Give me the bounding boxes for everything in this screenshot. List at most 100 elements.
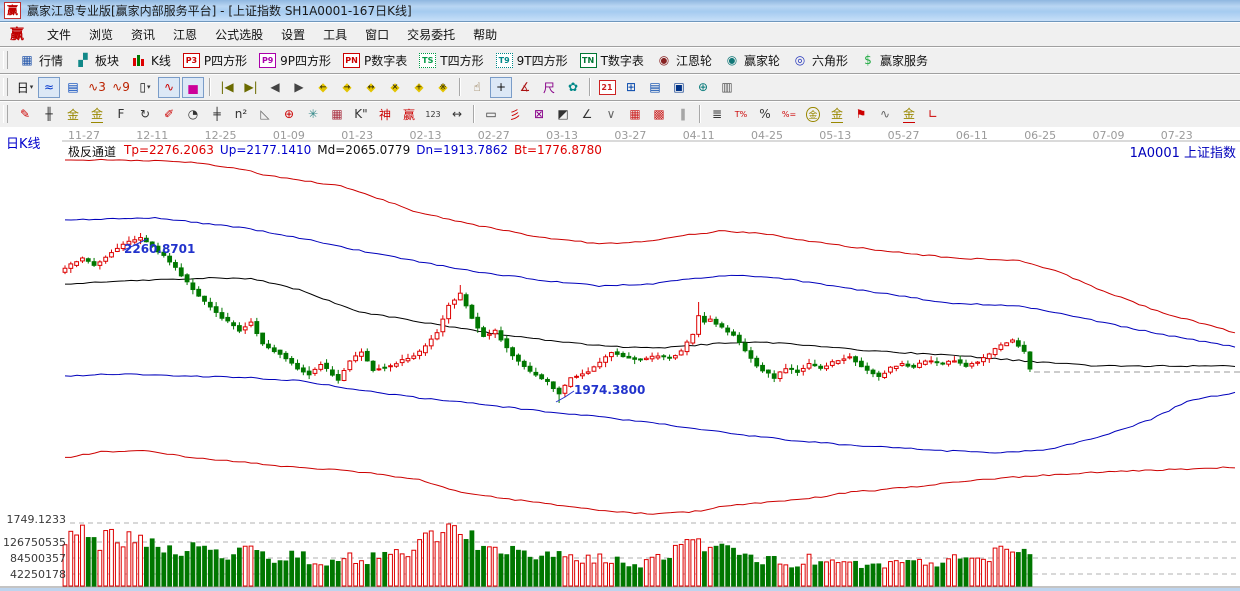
hand-tool-button[interactable]: ☝ (466, 77, 488, 98)
title-bar[interactable]: 赢 赢家江恩专业版[赢家内部服务平台] - [上证指数 SH1A0001-167… (0, 0, 1240, 22)
gold-line-button[interactable]: 金 (826, 104, 848, 125)
percent-line-button[interactable]: %= (778, 104, 800, 125)
menu-file[interactable]: 文件 (38, 23, 80, 46)
save-button[interactable]: ▣ (668, 77, 690, 98)
calendar-button[interactable]: 21 (596, 77, 618, 98)
t-percent-button[interactable]: T% (730, 104, 752, 125)
t-square-button[interactable]: TST四方形 (413, 50, 489, 71)
shen-ruler-button[interactable]: 神 (374, 104, 396, 125)
histogram-button[interactable]: ▅ (182, 77, 204, 98)
winner-wheel-button[interactable]: ◉赢家轮 (718, 50, 786, 71)
ying-ruler-button[interactable]: 赢 (398, 104, 420, 125)
goto-start-button[interactable]: |◀ (216, 77, 238, 98)
menu-settings[interactable]: 设置 (272, 23, 314, 46)
goto-end-button[interactable]: ▶| (240, 77, 262, 98)
menu-browse[interactable]: 浏览 (80, 23, 122, 46)
print-button[interactable]: ▥ (716, 77, 738, 98)
percent-button[interactable]: % (754, 104, 776, 125)
spiral-small-button[interactable]: ↻ (134, 104, 156, 125)
period-day-button[interactable]: 日▾ (14, 77, 36, 98)
fan-lines-button[interactable]: 彡 (504, 104, 526, 125)
compress-right-button[interactable]: ◆→ (336, 77, 358, 98)
p-number-button[interactable]: PNP数字表 (337, 50, 413, 71)
scale-list-button[interactable]: ≣ (706, 104, 728, 125)
crosshair-tool-button[interactable]: + (490, 77, 512, 98)
angle-rays-button[interactable]: ∠ (576, 104, 598, 125)
hexagon-button[interactable]: ◎六角形 (786, 50, 854, 71)
f-ruler-button[interactable]: F (110, 104, 132, 125)
red-wave-button[interactable]: ∿ (158, 77, 180, 98)
gann-wheel-button[interactable]: ◉江恩轮 (650, 50, 718, 71)
t-number-button[interactable]: TNT数字表 (574, 50, 650, 71)
mirror-angle-button[interactable]: ◺ (254, 104, 276, 125)
menu-help[interactable]: 帮助 (464, 23, 506, 46)
t9-square-button[interactable]: T99T四方形 (490, 50, 574, 71)
n2-ruler-button[interactable]: n² (230, 104, 252, 125)
kline-button[interactable]: K线 (125, 50, 177, 71)
red-grid-arrow-button[interactable]: ▩ (648, 104, 670, 125)
p9-square-button[interactable]: P99P四方形 (253, 50, 337, 71)
menu-tools[interactable]: 工具 (314, 23, 356, 46)
flag-tool-button[interactable]: ⚑ (850, 104, 872, 125)
slant-lines-button[interactable]: ∥ (672, 104, 694, 125)
winner-service-button[interactable]: $赢家服务 (854, 50, 934, 71)
quote-grid-icon: ▦ (19, 53, 35, 68)
reset-scale-button[interactable]: ◆※ (432, 77, 454, 98)
menu-trade[interactable]: 交易委托 (398, 23, 464, 46)
k-marker-button[interactable]: K" (350, 104, 372, 125)
p-square-button[interactable]: P3P四方形 (177, 50, 253, 71)
p3-wave-button[interactable]: ∿3 (86, 77, 108, 98)
menu-news[interactable]: 资讯 (122, 23, 164, 46)
span-arrow-button[interactable]: ↔ (446, 104, 468, 125)
gold-circle-button[interactable]: 金 (802, 104, 824, 125)
menu-gann[interactable]: 江恩 (164, 23, 206, 46)
gold-ruler2-button[interactable]: 金 (86, 104, 108, 125)
count-ruler-button[interactable]: 123 (422, 104, 444, 125)
circle-ruler-button[interactable]: ◔ (182, 104, 204, 125)
compress-all-button[interactable]: ◆✕ (384, 77, 406, 98)
compass-button[interactable]: ⊕ (278, 104, 300, 125)
gold-red-button[interactable]: 金 (898, 104, 920, 125)
quotes-button[interactable]: ▦行情 (13, 50, 69, 71)
angle-measure-button[interactable]: ∡ (514, 77, 536, 98)
toolbar-grip[interactable] (3, 78, 8, 96)
sectors-button[interactable]: ▞板块 (69, 50, 125, 71)
tick-ruler-button[interactable]: ╪ (206, 104, 228, 125)
net-grid-button[interactable]: ▦ (326, 104, 348, 125)
toolbar-grip[interactable] (3, 51, 8, 69)
spiral-tool-button[interactable]: ✿ (562, 77, 584, 98)
calculator-button[interactable]: ⊞ (620, 77, 642, 98)
compress-left-button[interactable]: ◆← (312, 77, 334, 98)
ruler-h-button[interactable]: ╫ (38, 104, 60, 125)
menu-stock-picker[interactable]: 公式选股 (206, 23, 272, 46)
expand-all-button[interactable]: ◆+ (408, 77, 430, 98)
candle-style-button[interactable]: ▯▾ (134, 77, 156, 98)
red-grid-button[interactable]: ▦ (624, 104, 646, 125)
v-wave-button[interactable]: ∨ (600, 104, 622, 125)
toolbar-grip[interactable] (3, 105, 8, 123)
prev-bar-button[interactable]: ◀ (264, 77, 286, 98)
angle-j-button[interactable]: ∟ (922, 104, 944, 125)
gann-box-button[interactable]: ▭ (480, 104, 502, 125)
fan-box-button[interactable]: ⊠ (528, 104, 550, 125)
gold-ruler-button[interactable]: 金 (62, 104, 84, 125)
next-bar-button[interactable]: ▶ (288, 77, 310, 98)
star-grid-button[interactable]: ✳ (302, 104, 324, 125)
menu-window[interactable]: 窗口 (356, 23, 398, 46)
channel-toggle-button[interactable]: ≈ (38, 77, 60, 98)
fan-lines-icon: 彡 (509, 106, 521, 123)
brush-ruler-button[interactable]: ✐ (158, 104, 180, 125)
candle-body (999, 345, 1003, 350)
chart-plot[interactable] (0, 127, 1240, 588)
wave-band-button[interactable]: ∿ (874, 104, 896, 125)
info-panel-button[interactable]: ▤ (62, 77, 84, 98)
export-web-button[interactable]: ⊕ (692, 77, 714, 98)
info-panel-icon: ▤ (67, 80, 78, 94)
p9-wave-button[interactable]: ∿9 (110, 77, 132, 98)
pn-box-icon: PN (343, 53, 360, 68)
brush-tool-button[interactable]: ✎ (14, 104, 36, 125)
fan-dark-button[interactable]: ◩ (552, 104, 574, 125)
session-notes-button[interactable]: ▤ (644, 77, 666, 98)
expand-horizontal-button[interactable]: ◆↔ (360, 77, 382, 98)
ruler-tool-button[interactable]: 尺 (538, 77, 560, 98)
